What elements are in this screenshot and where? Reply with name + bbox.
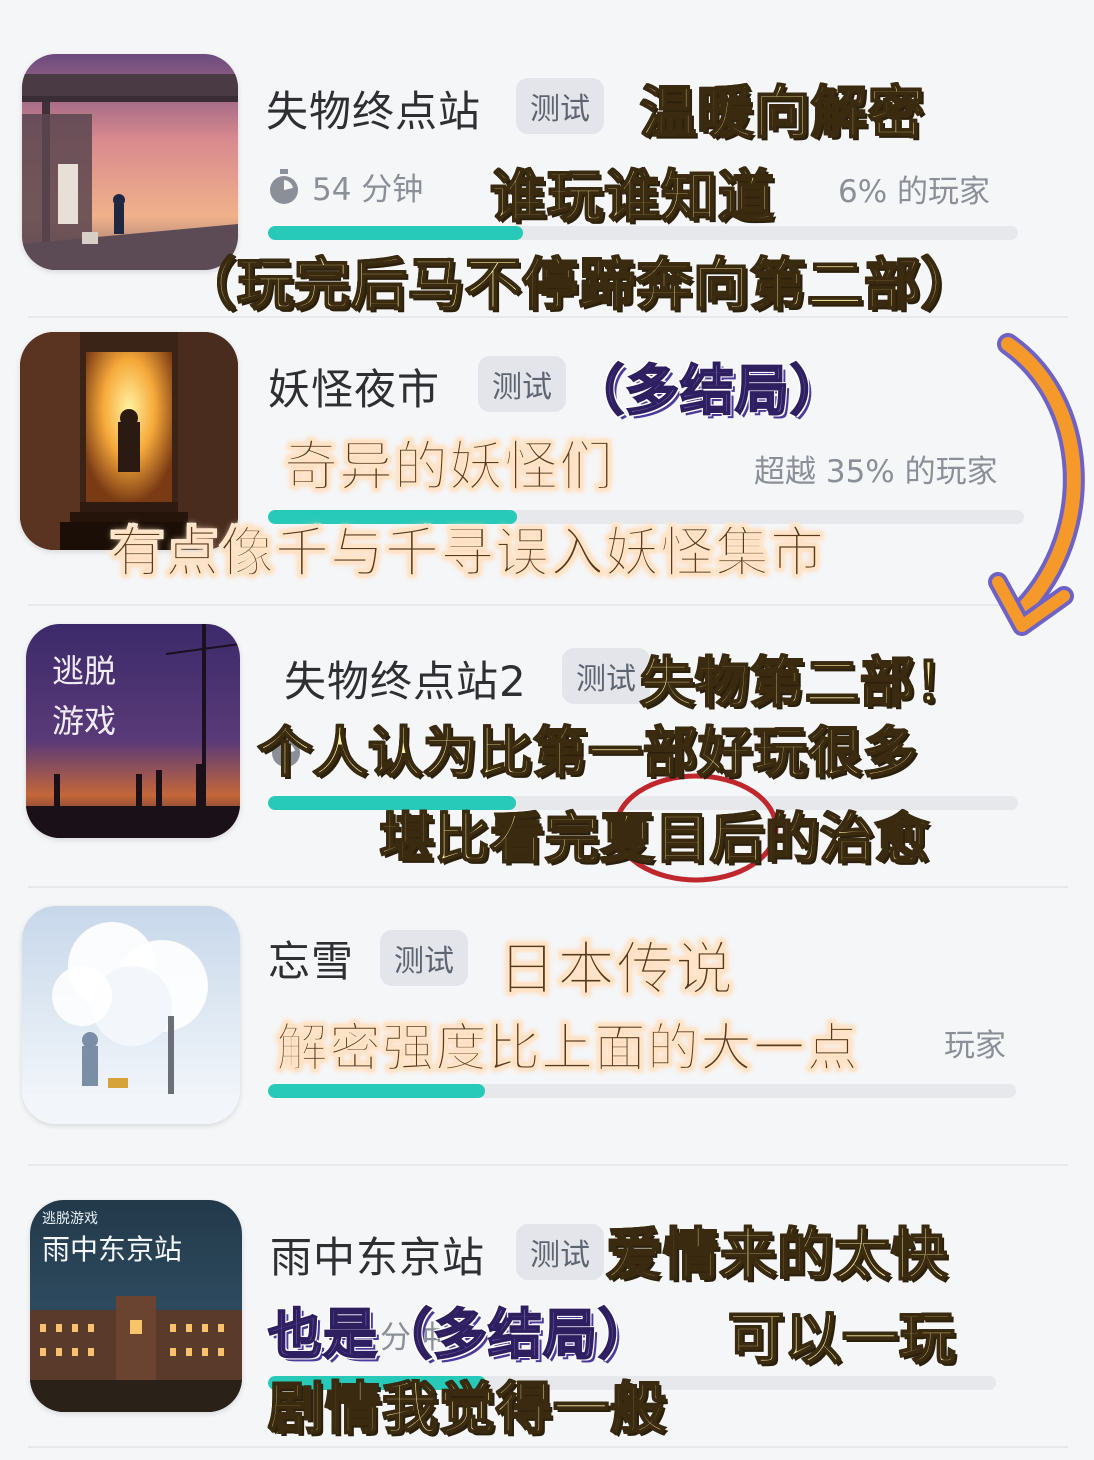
cover-title-text: 雨中东京站 [42, 1233, 183, 1266]
annotation-text: 爱情来的太快 [605, 1222, 948, 1289]
divider [28, 1164, 1068, 1166]
annotation-text: （多结局） [569, 358, 845, 423]
annotation-text: 失物第二部！ [639, 650, 970, 715]
play-duration: 54 分钟 [268, 164, 423, 209]
annotation-text: 剧情我觉得一般 [267, 1376, 667, 1443]
annotation-text: 谁玩谁知道 [489, 164, 775, 231]
test-badge: 测试 [380, 930, 468, 986]
annotation-text: 堪比看完夏目后的治愈 [379, 806, 930, 871]
test-badge: 测试 [562, 648, 650, 704]
divider [28, 1446, 1068, 1448]
game-title[interactable]: 雨中东京站 [270, 1224, 485, 1285]
annotation-text: 日本传说 [497, 935, 735, 1004]
progress-fill [268, 1084, 485, 1098]
percentile-text: 玩家 [944, 1028, 1006, 1064]
annotation-text: 也是（多结局） [267, 1302, 653, 1367]
percentile-text: 超越 35% 的玩家 [754, 454, 998, 490]
annotation-text: 解密强度比上面的大一点 [275, 1019, 860, 1080]
test-badge: 测试 [516, 1224, 604, 1280]
game-title[interactable]: 失物终点站 [266, 78, 481, 139]
game-title[interactable]: 失物终点站2 [284, 648, 527, 709]
percentile-text: 6% 的玩家 [838, 174, 991, 210]
game-title[interactable]: 妖怪夜市 [268, 356, 440, 417]
game-cover-image[interactable]: 逃脱 游戏 [26, 624, 240, 838]
test-badge: 测试 [478, 356, 566, 412]
progress-fill [268, 226, 523, 240]
annotation-text: （玩完后马不停蹄奔向第二部） [179, 252, 978, 319]
annotation-text: 有点像千与千寻误入妖怪集市 [110, 521, 825, 585]
test-badge: 测试 [516, 78, 604, 134]
cover-text: 逃脱 [52, 652, 117, 690]
annotation-text: 可以一玩 [727, 1306, 956, 1373]
game-cover-image[interactable]: 逃脱游戏 雨中东京站 [30, 1200, 242, 1412]
cover-small-text: 逃脱游戏 [42, 1211, 98, 1227]
game-cover-image[interactable] [22, 906, 240, 1124]
timer-icon [270, 168, 298, 204]
duration-text: 54 分钟 [312, 172, 424, 208]
game-title[interactable]: 忘雪 [268, 928, 354, 989]
progress-bar [268, 1084, 1016, 1098]
annotation-text: 个人认为比第一部好玩很多 [257, 720, 918, 785]
curved-arrow-icon [988, 333, 1085, 636]
annotation-text: 奇异的妖怪们 [284, 435, 614, 499]
cover-text: 游戏 [52, 702, 117, 740]
annotation-text: 温暖向解密 [639, 80, 925, 147]
game-cover-image[interactable] [22, 54, 238, 270]
